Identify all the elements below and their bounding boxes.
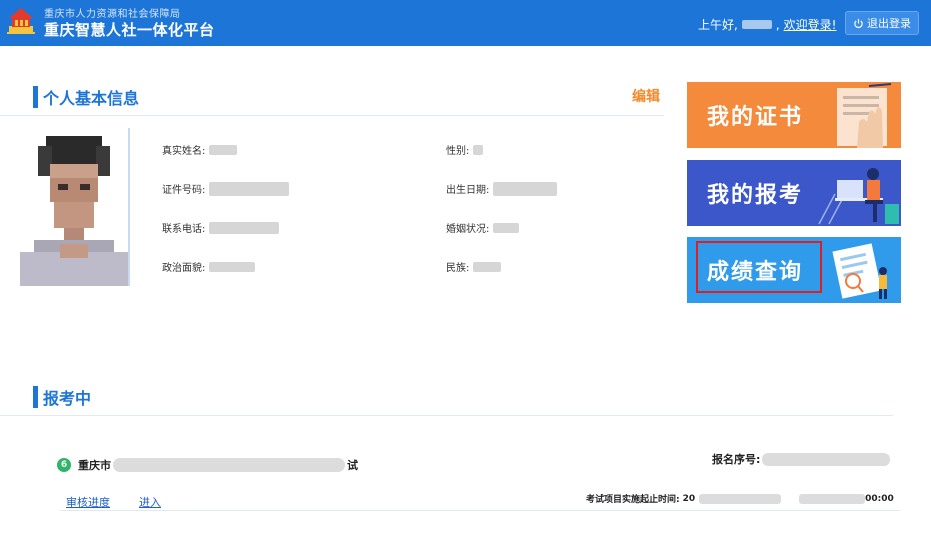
political-label: 政治面貌:	[162, 263, 206, 274]
field-id-number: 证件号码:	[162, 181, 290, 196]
top-bar: 重庆市人力资源和社会保障局 重庆智慧人社一体化平台 上午好, , 欢迎登录! 退…	[0, 0, 931, 46]
field-real-name: 真实姓名:	[162, 142, 238, 157]
greeting: 上午好, , 欢迎登录!	[698, 16, 836, 33]
field-marital: 婚姻状况:	[446, 220, 520, 235]
gender-label: 性别:	[446, 146, 470, 157]
exam-name-redacted	[113, 458, 345, 472]
enter-link[interactable]: 进入	[139, 494, 161, 510]
registrations-section-title: 报考中	[33, 385, 91, 409]
phone-label: 联系电话:	[162, 224, 206, 235]
exam-status-icon: 6	[57, 458, 71, 472]
id-number-label: 证件号码:	[162, 185, 206, 196]
birth-date-value-redacted	[493, 181, 558, 196]
exam-name: 重庆市 试	[78, 457, 358, 473]
exam-name-prefix: 重庆市	[78, 459, 111, 472]
greeting-prefix: 上午好,	[698, 18, 738, 32]
my-certificates-banner[interactable]: 我的证书	[687, 82, 901, 148]
logout-label: 退出登录	[867, 17, 911, 30]
greeting-suffix: ,	[775, 17, 780, 32]
registration-number-label: 报名序号:	[712, 453, 761, 466]
welcome-text: 欢迎登录!	[783, 18, 837, 32]
profile-title-text: 个人基本信息	[43, 89, 140, 108]
logout-button[interactable]: 退出登录	[845, 11, 919, 35]
marital-value-redacted	[493, 222, 520, 233]
registration-number: 报名序号:	[712, 451, 891, 467]
profile-section-title: 个人基本信息	[33, 85, 139, 109]
field-ethnicity: 民族:	[446, 259, 502, 274]
exam-row-divider	[60, 510, 900, 511]
section-marker	[33, 86, 38, 108]
edit-profile-link[interactable]: 编辑	[632, 86, 660, 106]
user-name-redacted	[741, 20, 772, 29]
exam-name-suffix: 试	[347, 459, 358, 472]
field-birth-date: 出生日期:	[446, 181, 558, 196]
political-value-redacted	[209, 261, 256, 272]
exam-period-start-redacted	[699, 493, 782, 504]
score-query-banner[interactable]: 成绩查询	[687, 237, 901, 303]
real-name-value-redacted	[209, 144, 238, 155]
profile-divider	[0, 115, 664, 116]
phone-value-redacted	[209, 221, 280, 234]
ethnicity-label: 民族:	[446, 263, 470, 274]
profile-photo	[16, 128, 132, 286]
org-name: 重庆市人力资源和社会保障局	[44, 9, 181, 20]
score-query-highlight-box	[696, 241, 822, 293]
platform-name: 重庆智慧人社一体化平台	[44, 21, 215, 39]
my-registrations-label: 我的报考	[707, 183, 804, 208]
gender-value-redacted	[473, 144, 484, 155]
exam-period-end-redacted	[799, 493, 866, 504]
exam-period-end: 00:00	[865, 493, 894, 504]
review-progress-link[interactable]: 审核进度	[66, 494, 110, 510]
field-political: 政治面貌:	[162, 259, 256, 274]
marital-label: 婚姻状况:	[446, 224, 490, 235]
power-icon	[854, 18, 863, 28]
field-phone: 联系电话:	[162, 220, 280, 235]
registrations-title-text: 报考中	[43, 389, 92, 408]
building-logo-icon	[7, 8, 35, 34]
my-certificates-label: 我的证书	[707, 105, 804, 130]
birth-date-label: 出生日期:	[446, 185, 490, 196]
id-number-value-redacted	[209, 181, 290, 196]
field-gender: 性别:	[446, 142, 484, 157]
photo-separator	[128, 128, 130, 286]
exam-period-label: 考试项目实施起止时间:	[586, 495, 680, 505]
exam-period-start: 20	[682, 493, 696, 504]
real-name-label: 真实姓名:	[162, 146, 206, 157]
my-registrations-banner[interactable]: 我的报考	[687, 160, 901, 226]
ethnicity-value-redacted	[473, 261, 502, 272]
section-marker	[33, 386, 38, 408]
registrations-divider	[0, 415, 893, 416]
registration-number-redacted	[762, 452, 891, 466]
exam-period: 考试项目实施起止时间: 20 00:00	[586, 492, 894, 505]
